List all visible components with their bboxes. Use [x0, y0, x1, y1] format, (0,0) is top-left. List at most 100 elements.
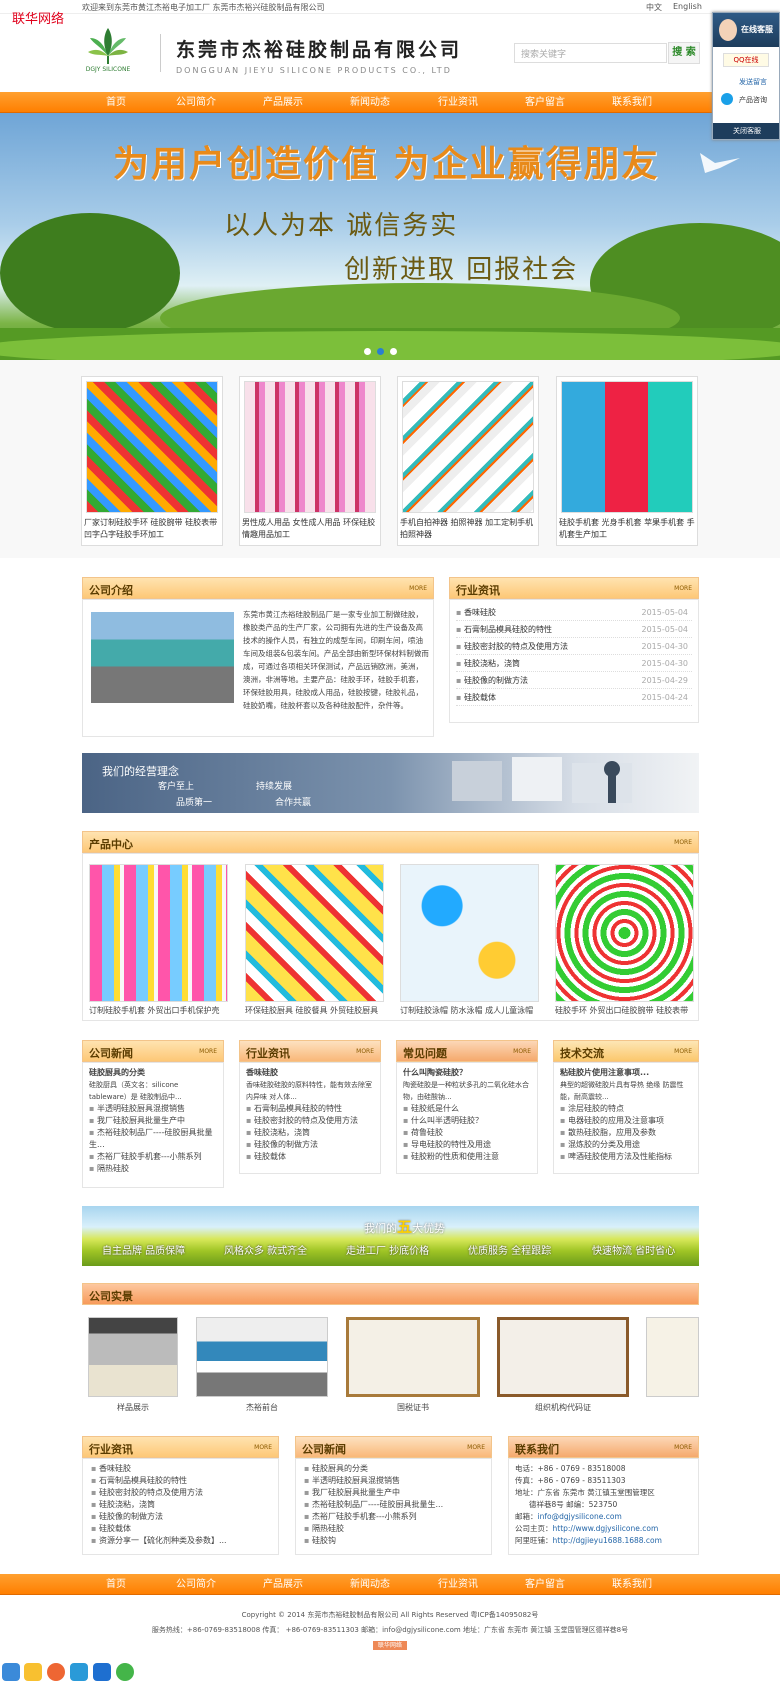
contact-site-link[interactable]: http://www.dgjysilicone.com — [553, 1524, 659, 1533]
list-item[interactable]: 硅胶钩 — [304, 1535, 483, 1547]
col-more-link[interactable]: MORE — [513, 1048, 531, 1055]
col-more-link[interactable]: MORE — [254, 1444, 272, 1451]
list-item[interactable]: 硅胶密封胶的特点及使用方法 — [91, 1487, 270, 1499]
product-image[interactable] — [555, 864, 694, 1002]
product-consult-link[interactable]: 产品咨询 — [739, 95, 767, 105]
photo-caption[interactable]: 国税证书 — [346, 1402, 480, 1414]
list-item[interactable]: 杰裕厂硅胶手机套---小熊系列 — [304, 1511, 483, 1523]
product-caption[interactable]: 厂家订制硅胶手环 硅胶腕带 硅胶表带 凹字凸字硅胶手环加工 — [84, 517, 222, 543]
slide-dot-2[interactable] — [377, 348, 384, 355]
photo-thumb[interactable] — [346, 1317, 480, 1397]
hero-banner[interactable]: 为用户创造价值 为企业赢得朋友 以人为本 诚信务实 创新进取 回报社会 — [0, 113, 780, 360]
photo-caption[interactable]: 样品展示 — [88, 1402, 178, 1414]
featured-product[interactable]: 硅胶手机套 光身手机套 苹果手机套 手机套生产加工 — [556, 376, 698, 546]
product-caption[interactable]: 环保硅胶厨具 硅胶餐具 外贸硅胶厨具 — [245, 1005, 390, 1017]
list-item[interactable]: 电器硅胶的应用及注意事项 — [560, 1115, 692, 1127]
news-item[interactable]: 硅胶密封胶的特点及使用方法2015-04-30 — [456, 638, 692, 655]
list-item[interactable]: 硅胶像的制做方法 — [91, 1511, 270, 1523]
lead-title[interactable]: 粘硅胶片使用注意事项... — [560, 1067, 692, 1079]
photo-caption[interactable]: 组织机构代码证 — [497, 1402, 629, 1414]
contact-email-link[interactable]: info@dgjysilicone.com — [538, 1512, 622, 1521]
search-input[interactable]: 搜索关键字 — [514, 43, 667, 63]
footer-nav-contact[interactable]: 联系我们 — [592, 1574, 672, 1595]
news-item[interactable]: 香味硅胶2015-05-04 — [456, 604, 692, 621]
product-caption[interactable]: 硅胶手机套 光身手机套 苹果手机套 手机套生产加工 — [559, 517, 697, 543]
list-item[interactable]: 涂层硅胶的特点 — [560, 1103, 692, 1115]
product-caption[interactable]: 硅胶手环 外贸出口硅胶腕带 硅胶表带 — [555, 1005, 700, 1017]
slide-dot-1[interactable] — [364, 348, 371, 355]
about-more-link[interactable]: MORE — [409, 585, 427, 592]
product-center-more-link[interactable]: MORE — [674, 839, 692, 846]
list-item[interactable]: 隔热硅胶 — [304, 1523, 483, 1535]
list-item[interactable]: 杰裕硅胶制品厂----硅胶厨具批量生... — [304, 1499, 483, 1511]
footer-nav-products[interactable]: 产品展示 — [243, 1574, 323, 1595]
footer-nav-guestbook[interactable]: 客户留言 — [505, 1574, 585, 1595]
product-image[interactable] — [561, 381, 693, 513]
footer-nav-about[interactable]: 公司简介 — [156, 1574, 236, 1595]
list-item[interactable]: 香味硅胶 — [91, 1463, 270, 1475]
list-item[interactable]: 硅胶厨具的分类 — [304, 1463, 483, 1475]
list-item[interactable]: 硅胶粉的性质和使用注意 — [403, 1151, 531, 1163]
share-wechat-icon[interactable] — [116, 1663, 134, 1681]
product-caption[interactable]: 男性成人用品 女性成人用品 环保硅胶情趣用品加工 — [242, 517, 380, 543]
nav-industry[interactable]: 行业资讯 — [418, 92, 498, 113]
lang-cn-link[interactable]: 中文 — [646, 2, 662, 13]
search-button[interactable]: 搜 索 — [668, 42, 700, 64]
slide-dot-3[interactable] — [390, 348, 397, 355]
list-item[interactable]: 杰裕厂硅胶手机套---小熊系列 — [89, 1151, 217, 1163]
product-image[interactable] — [89, 864, 228, 1002]
news-item[interactable]: 硅胶像的制做方法2015-04-29 — [456, 672, 692, 689]
footer-nav-home[interactable]: 首页 — [76, 1574, 156, 1595]
col-more-link[interactable]: MORE — [674, 1444, 692, 1451]
send-message-link[interactable]: 发送留言 — [739, 77, 767, 87]
photo-thumb[interactable] — [497, 1317, 629, 1397]
list-item[interactable]: 硅胶密封胶的特点及使用方法 — [246, 1115, 374, 1127]
list-item[interactable]: 混炼胶的分类及用途 — [560, 1139, 692, 1151]
qq-online-button[interactable]: QQ在线 — [723, 53, 769, 67]
list-item[interactable]: 半透明硅胶厨具混搅销售 — [89, 1103, 217, 1115]
featured-product[interactable]: 男性成人用品 女性成人用品 环保硅胶情趣用品加工 — [239, 376, 381, 546]
product-image[interactable] — [244, 381, 376, 513]
footer-nav-news[interactable]: 新闻动态 — [330, 1574, 410, 1595]
featured-product[interactable]: 手机自拍神器 拍照神器 加工定制手机拍照神器 — [397, 376, 539, 546]
list-item[interactable]: 隔热硅胶 — [89, 1163, 217, 1175]
nav-news[interactable]: 新闻动态 — [330, 92, 410, 113]
list-item[interactable]: 硅胶浇粘，浇筒 — [91, 1499, 270, 1511]
product-image[interactable] — [402, 381, 534, 513]
product-image[interactable] — [245, 864, 384, 1002]
news-item[interactable]: 石膏制品模具硅胶的特性2015-05-04 — [456, 621, 692, 638]
col-more-link[interactable]: MORE — [674, 1048, 692, 1055]
list-item[interactable]: 散热硅胶脂，应用及参数 — [560, 1127, 692, 1139]
share-plus-icon[interactable] — [2, 1663, 20, 1681]
nav-about[interactable]: 公司简介 — [156, 92, 236, 113]
nav-guestbook[interactable]: 客户留言 — [505, 92, 585, 113]
close-service-button[interactable]: 关闭客服 — [713, 123, 779, 139]
col-more-link[interactable]: MORE — [199, 1048, 217, 1055]
list-item[interactable]: 啤酒硅胶使用方法及性能指标 — [560, 1151, 692, 1163]
share-weibo-icon[interactable] — [47, 1663, 65, 1681]
list-item[interactable]: 硅胶载体 — [91, 1523, 270, 1535]
news-item[interactable]: 硅胶载体2015-04-24 — [456, 689, 692, 706]
col-more-link[interactable]: MORE — [467, 1444, 485, 1451]
share-renren-icon[interactable] — [93, 1663, 111, 1681]
product-caption[interactable]: 订制硅胶泳帽 防水泳帽 成人儿童泳帽 — [400, 1005, 545, 1017]
nav-contact[interactable]: 联系我们 — [592, 92, 672, 113]
product-caption[interactable]: 订制硅胶手机套 外贸出口手机保护壳 — [89, 1005, 234, 1017]
lang-en-link[interactable]: English — [673, 2, 702, 11]
share-qzone-icon[interactable] — [24, 1663, 42, 1681]
list-item[interactable]: 石膏制品模具硅胶的特性 — [246, 1103, 374, 1115]
product-caption[interactable]: 手机自拍神器 拍照神器 加工定制手机拍照神器 — [400, 517, 538, 543]
list-item[interactable]: 硅胶纸是什么 — [403, 1103, 531, 1115]
industry-more-link[interactable]: MORE — [674, 585, 692, 592]
col-more-link[interactable]: MORE — [356, 1048, 374, 1055]
featured-product[interactable]: 厂家订制硅胶手环 硅胶腕带 硅胶表带 凹字凸字硅胶手环加工 — [81, 376, 223, 546]
footer-badge[interactable]: 联华网络 — [373, 1641, 407, 1650]
list-item[interactable]: 我厂硅胶厨具批量生产中 — [89, 1115, 217, 1127]
product-image[interactable] — [400, 864, 539, 1002]
list-item[interactable]: 半透明硅胶厨具混搅销售 — [304, 1475, 483, 1487]
photo-caption[interactable]: 杰裕前台 — [196, 1402, 328, 1414]
logo[interactable]: DGJY SILICONE — [80, 26, 136, 76]
list-item[interactable]: 石膏制品模具硅胶的特性 — [91, 1475, 270, 1487]
photo-thumb[interactable] — [88, 1317, 178, 1397]
list-item[interactable]: 导电硅胶的特性及用途 — [403, 1139, 531, 1151]
